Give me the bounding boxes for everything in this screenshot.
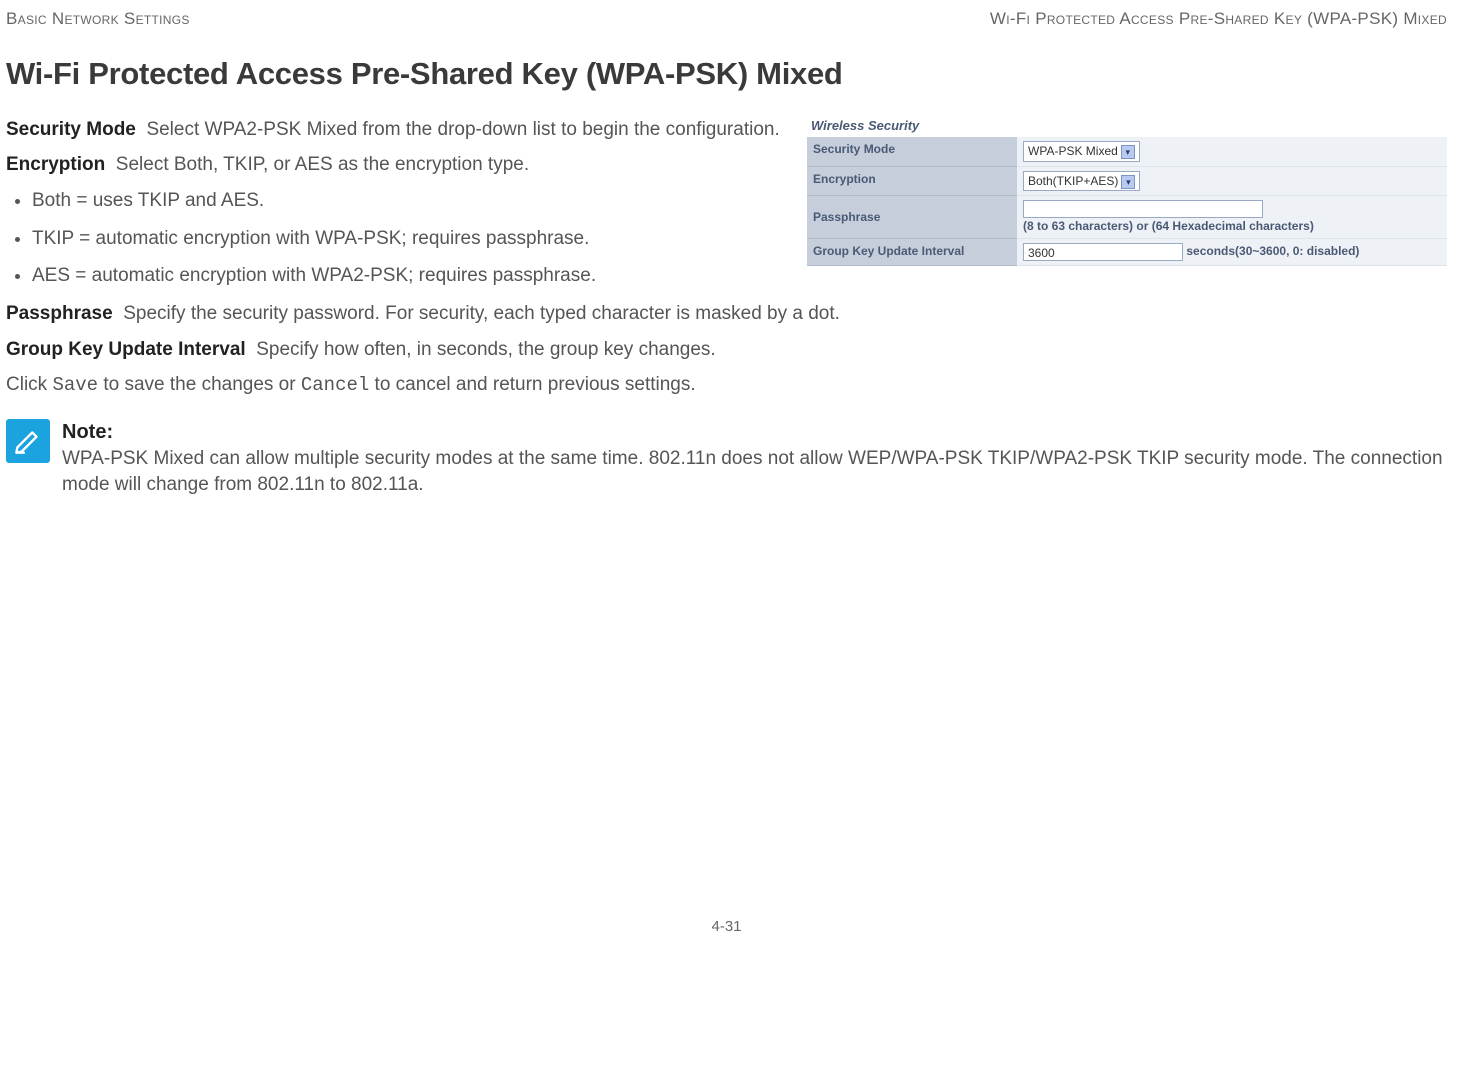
text-passphrase: Specify the security password. For secur… [123, 303, 840, 324]
text-security-mode: Select WPA2-PSK Mixed from the drop-down… [146, 119, 779, 140]
security-mode-value: WPA-PSK Mixed [1028, 144, 1118, 158]
text-encryption: Select Both, TKIP, or AES as the encrypt… [116, 154, 529, 175]
pencil-icon [6, 419, 50, 463]
passphrase-hint: (8 to 63 characters) or (64 Hexadecimal … [1023, 219, 1314, 233]
term-passphrase: Passphrase [6, 303, 113, 324]
label-security-mode: Security Mode [807, 137, 1017, 166]
encryption-value: Both(TKIP+AES) [1028, 174, 1118, 188]
save-mid: to save the changes or [98, 374, 301, 395]
interval-input[interactable]: 3600 [1023, 243, 1183, 261]
page-number: 4-31 [6, 917, 1447, 937]
chevron-down-icon: ▾ [1121, 175, 1135, 189]
security-mode-select[interactable]: WPA-PSK Mixed▾ [1023, 141, 1140, 161]
label-encryption: Encryption [807, 166, 1017, 195]
wireless-security-figure: Wireless Security Security Mode WPA-PSK … [807, 117, 1447, 266]
interval-suffix: seconds(30~3600, 0: disabled) [1186, 244, 1359, 258]
figure-heading: Wireless Security [807, 117, 1447, 135]
note-heading: Note: [62, 419, 1447, 446]
term-security-mode: Security Mode [6, 119, 136, 140]
page-title: Wi-Fi Protected Access Pre-Shared Key (W… [6, 53, 1447, 95]
cancel-word: Cancel [301, 374, 369, 396]
term-encryption: Encryption [6, 154, 105, 175]
note-box: Note: WPA-PSK Mixed can allow multiple s… [6, 419, 1447, 497]
chevron-down-icon: ▾ [1121, 145, 1135, 159]
term-group-key: Group Key Update Interval [6, 339, 246, 360]
save-pre: Click [6, 374, 52, 395]
row-encryption: Encryption Both(TKIP+AES)▾ [807, 166, 1447, 195]
encryption-select[interactable]: Both(TKIP+AES)▾ [1023, 171, 1140, 191]
header-right: Wi-Fi Protected Access Pre-Shared Key (W… [990, 8, 1447, 31]
row-security-mode: Security Mode WPA-PSK Mixed▾ [807, 137, 1447, 166]
row-passphrase: Passphrase (8 to 63 characters) or (64 H… [807, 195, 1447, 238]
bullet-aes: AES = automatic encryption with WPA2-PSK… [32, 263, 1447, 289]
passphrase-input[interactable] [1023, 200, 1263, 218]
label-interval: Group Key Update Interval [807, 238, 1017, 265]
save-word: Save [52, 374, 98, 396]
text-group-key: Specify how often, in seconds, the group… [256, 339, 715, 360]
header-left: Basic Network Settings [6, 8, 190, 31]
note-text: WPA-PSK Mixed can allow multiple securit… [62, 446, 1447, 497]
row-interval: Group Key Update Interval 3600 seconds(3… [807, 238, 1447, 265]
label-passphrase: Passphrase [807, 195, 1017, 238]
save-post: to cancel and return previous settings. [369, 374, 695, 395]
